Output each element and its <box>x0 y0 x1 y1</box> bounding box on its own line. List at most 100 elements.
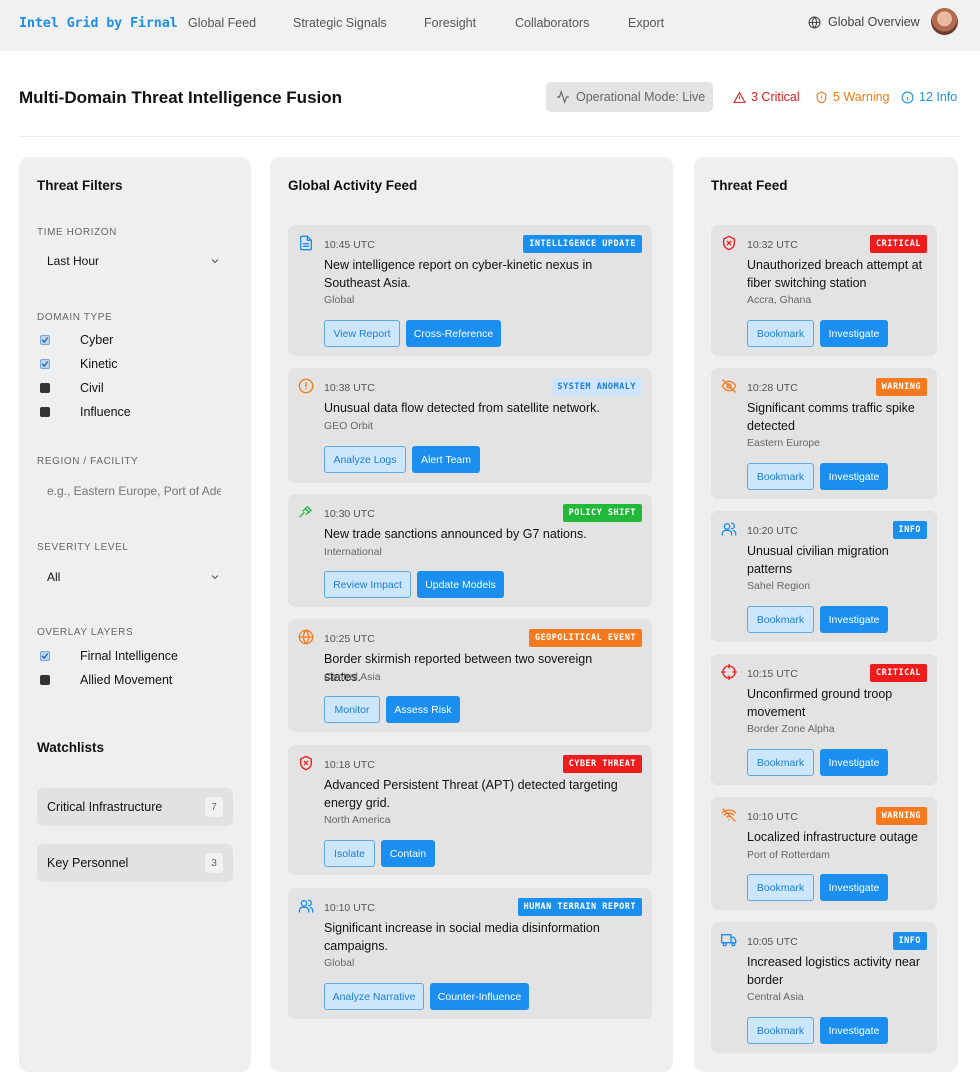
checkbox-unchecked-icon <box>40 407 50 417</box>
threat-time: 10:32 UTC <box>747 239 798 251</box>
info-count[interactable]: 12 Info <box>901 90 957 104</box>
truck-icon <box>721 934 737 947</box>
critical-count[interactable]: 3 Critical <box>733 90 800 104</box>
activity-secondary-button[interactable]: Review Impact <box>324 571 411 598</box>
activity-primary-button[interactable]: Update Models <box>417 571 504 598</box>
activity-tag: INTELLIGENCE UPDATE <box>523 235 642 253</box>
nav-collaborators[interactable]: Collaborators <box>515 16 589 30</box>
top-navigation-bar: Intel Grid by Firnal Global Feed Strateg… <box>0 0 980 51</box>
region-facility-input[interactable] <box>37 479 231 503</box>
investigate-button[interactable]: Investigate <box>820 463 888 490</box>
time-horizon-label: TIME HORIZON <box>37 227 117 238</box>
overlay-firnal-checkbox[interactable]: Firnal Intelligence <box>40 649 178 663</box>
threat-filters-title: Threat Filters <box>37 178 123 193</box>
chevron-down-icon <box>211 259 219 264</box>
activity-text: Significant increase in social media dis… <box>324 921 600 953</box>
operational-mode-badge[interactable]: Operational Mode: Live <box>546 82 713 112</box>
watchlist-key-personnel[interactable]: Key Personnel 3 <box>37 844 233 882</box>
alert-triangle-icon <box>733 91 746 103</box>
activity-tag: HUMAN TERRAIN REPORT <box>517 898 642 916</box>
activity-location: International <box>324 545 382 558</box>
investigate-button[interactable]: Investigate <box>820 874 888 901</box>
gavel-icon <box>299 506 312 518</box>
activity-location: North America <box>324 814 391 826</box>
activity-card: 10:25 UTC GEOPOLITICAL EVENT Border skir… <box>288 619 652 732</box>
activity-primary-button[interactable]: Cross-Reference <box>406 320 501 347</box>
severity-level-label: SEVERITY LEVEL <box>37 542 129 553</box>
threat-time: 10:15 UTC <box>747 668 798 680</box>
domain-influence-checkbox[interactable]: Influence <box>40 405 131 419</box>
alert-circle-icon <box>298 378 314 394</box>
activity-location: GEO Orbit <box>324 419 374 432</box>
threat-text: Unusual civilian migration patterns <box>747 544 889 576</box>
domain-civil-checkbox[interactable]: Civil <box>40 381 104 395</box>
bookmark-button[interactable]: Bookmark <box>747 874 814 901</box>
activity-secondary-button[interactable]: Analyze Logs <box>324 446 406 473</box>
time-horizon-select[interactable]: Last Hour <box>37 249 231 273</box>
activity-time: 10:25 UTC <box>324 633 375 645</box>
bookmark-button[interactable]: Bookmark <box>747 320 814 347</box>
threat-location: Eastern Europe <box>747 437 820 449</box>
activity-secondary-button[interactable]: Analyze Narrative <box>324 983 424 1010</box>
domain-kinetic-checkbox[interactable]: Kinetic <box>40 357 118 371</box>
eye-off-icon <box>721 379 737 393</box>
bookmark-button[interactable]: Bookmark <box>747 1017 814 1044</box>
overlay-allied-checkbox[interactable]: Allied Movement <box>40 673 172 687</box>
investigate-button[interactable]: Investigate <box>820 320 888 347</box>
domain-type-label: DOMAIN TYPE <box>37 312 113 323</box>
activity-primary-button[interactable]: Counter-Influence <box>430 983 529 1010</box>
operational-mode-label: Operational Mode: Live <box>576 90 706 104</box>
nav-strategic-signals[interactable]: Strategic Signals <box>293 16 387 30</box>
investigate-button[interactable]: Investigate <box>820 749 888 776</box>
shield-alert-icon <box>816 90 827 103</box>
warning-count[interactable]: 5 Warning <box>815 90 890 104</box>
watchlist-label: Critical Infrastructure <box>47 800 163 814</box>
user-avatar[interactable] <box>931 8 958 35</box>
threat-text: Unconfirmed ground troop movement <box>747 687 893 719</box>
bookmark-button[interactable]: Bookmark <box>747 463 814 490</box>
global-activity-feed-panel: Global Activity Feed 10:45 UTC INTELLIGE… <box>270 157 673 1072</box>
brand-logo[interactable]: Intel Grid by Firnal <box>19 15 178 31</box>
threat-severity-tag: INFO <box>892 521 927 539</box>
domain-kinetic-label: Kinetic <box>80 357 118 371</box>
activity-primary-button[interactable]: Assess Risk <box>386 696 460 723</box>
threat-card: 10:20 UTC INFO Unusual civilian migratio… <box>711 511 937 642</box>
threat-card: 10:10 UTC WARNING Localized infrastructu… <box>711 797 937 910</box>
global-overview-label: Global Overview <box>828 15 920 29</box>
bookmark-button[interactable]: Bookmark <box>747 606 814 633</box>
activity-tag: CYBER THREAT <box>562 755 642 773</box>
bookmark-button[interactable]: Bookmark <box>747 749 814 776</box>
activity-secondary-button[interactable]: Isolate <box>324 840 375 867</box>
activity-card: 10:10 UTC HUMAN TERRAIN REPORT Significa… <box>288 888 652 1019</box>
threat-card: 10:28 UTC WARNING Significant comms traf… <box>711 368 937 499</box>
nav-global-feed[interactable]: Global Feed <box>188 16 256 30</box>
domain-cyber-checkbox[interactable]: Cyber <box>40 333 113 347</box>
activity-location: Global <box>324 957 355 969</box>
activity-time: 10:18 UTC <box>324 759 375 771</box>
activity-time: 10:38 UTC <box>324 382 375 394</box>
domain-influence-label: Influence <box>80 405 131 419</box>
document-icon <box>300 235 312 251</box>
activity-icon <box>557 90 569 104</box>
nav-foresight[interactable]: Foresight <box>424 16 476 30</box>
checkbox-unchecked-icon <box>40 675 50 685</box>
info-icon <box>901 91 914 103</box>
watchlists-title: Watchlists <box>37 740 105 755</box>
activity-tag: GEOPOLITICAL EVENT <box>528 629 642 647</box>
info-count-label: 12 Info <box>919 90 958 104</box>
investigate-button[interactable]: Investigate <box>820 606 888 633</box>
global-overview-button[interactable]: Global Overview <box>808 15 920 29</box>
activity-secondary-button[interactable]: Monitor <box>324 696 380 723</box>
activity-secondary-button[interactable]: View Report <box>324 320 400 347</box>
activity-tag: SYSTEM ANOMALY <box>551 378 642 396</box>
nav-export[interactable]: Export <box>628 16 664 30</box>
severity-level-select[interactable]: All <box>37 565 231 589</box>
threat-text: Unauthorized breach attempt at fiber swi… <box>747 258 923 290</box>
investigate-button[interactable]: Investigate <box>820 1017 888 1044</box>
watchlist-critical-infrastructure[interactable]: Critical Infrastructure 7 <box>37 788 233 826</box>
activity-primary-button[interactable]: Alert Team <box>412 446 480 473</box>
threat-location: Border Zone Alpha <box>747 723 835 735</box>
activity-primary-button[interactable]: Contain <box>381 840 435 867</box>
threat-text: Localized infrastructure outage <box>747 830 918 844</box>
critical-count-label: 3 Critical <box>751 90 800 104</box>
